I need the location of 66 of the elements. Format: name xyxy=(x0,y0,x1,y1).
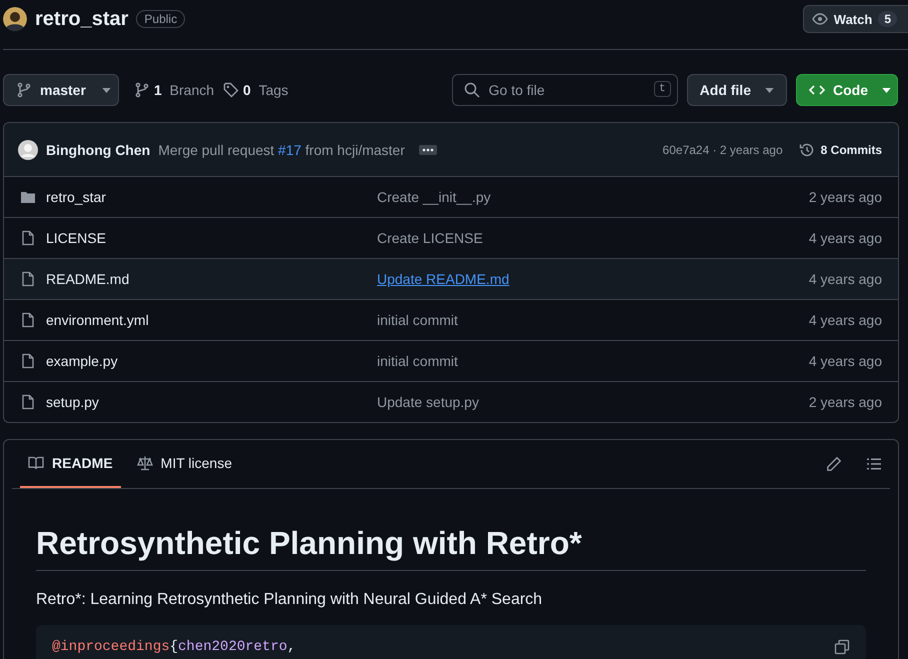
shortcut-key: t xyxy=(654,81,671,97)
file-name[interactable]: README.md xyxy=(46,271,130,287)
scale-icon xyxy=(136,455,153,471)
caret-icon xyxy=(882,88,891,92)
book-icon xyxy=(28,455,44,471)
pull-request-link[interactable]: #17 xyxy=(278,142,302,158)
copy-icon[interactable] xyxy=(834,639,850,655)
code-line: @inproceedings{chen2020retro, xyxy=(52,639,297,655)
code-button[interactable]: Code xyxy=(796,74,898,106)
watch-button[interactable]: Watch 5 xyxy=(802,5,908,33)
tag-icon xyxy=(223,82,240,98)
branch-select[interactable]: master xyxy=(3,74,119,106)
file-icon xyxy=(20,271,36,287)
watch-count: 5 xyxy=(878,11,897,27)
file-icon xyxy=(20,394,36,410)
commits-link[interactable]: 8 Commits xyxy=(798,142,882,158)
add-file-button[interactable]: Add file xyxy=(686,74,787,106)
file-time: 4 years ago xyxy=(808,353,882,369)
readme-tab[interactable]: MIT license xyxy=(128,440,240,488)
file-icon xyxy=(20,312,36,328)
pencil-icon[interactable] xyxy=(826,456,842,472)
file-name[interactable]: retro_star xyxy=(46,189,106,205)
eye-icon xyxy=(812,11,828,27)
file-row[interactable]: example.py initial commit 4 years ago xyxy=(4,340,898,381)
commit-message-link[interactable]: initial commit xyxy=(377,312,809,328)
file-name[interactable]: example.py xyxy=(46,353,118,369)
file-row[interactable]: environment.yml initial commit 4 years ago xyxy=(4,299,898,340)
readme-heading: Retrosynthetic Planning with Retro* xyxy=(36,525,866,571)
commit-message-link[interactable]: Update README.md xyxy=(377,271,809,287)
avatar-icon[interactable] xyxy=(3,7,27,31)
visibility-label: Public xyxy=(136,10,186,28)
file-time: 4 years ago xyxy=(808,271,882,287)
ellipsis-icon[interactable] xyxy=(418,144,437,154)
commit-message-link[interactable]: Create __init__.py xyxy=(377,189,809,205)
file-time: 2 years ago xyxy=(808,394,882,410)
commit-message-link[interactable]: initial commit xyxy=(377,353,809,369)
search-icon xyxy=(464,82,480,98)
commit-message: Merge pull request #17 from hcji/master xyxy=(158,142,405,158)
file-name[interactable]: environment.yml xyxy=(46,312,149,328)
repo-name[interactable]: retro_star xyxy=(35,8,128,30)
file-time: 4 years ago xyxy=(808,230,882,246)
commit-message-link[interactable]: Create LICENSE xyxy=(377,230,809,246)
file-icon xyxy=(20,353,36,369)
file-name[interactable]: setup.py xyxy=(46,394,99,410)
avatar-icon[interactable] xyxy=(18,140,38,160)
commit-hash-time: 60e7a24 · 2 years ago xyxy=(662,142,783,156)
folder-icon xyxy=(20,189,36,205)
file-row[interactable]: setup.py Update setup.py 2 years ago xyxy=(4,381,898,422)
branch-icon xyxy=(134,82,150,98)
file-row[interactable]: retro_star Create __init__.py 2 years ago xyxy=(4,177,898,217)
file-time: 4 years ago xyxy=(808,312,882,328)
file-name[interactable]: LICENSE xyxy=(46,230,106,246)
list-icon[interactable] xyxy=(866,456,882,472)
history-icon xyxy=(798,142,815,158)
branches-link[interactable]: 1 Branch xyxy=(134,82,214,98)
caret-icon xyxy=(765,88,774,92)
readme-tab[interactable]: README xyxy=(20,440,121,488)
commit-message-link[interactable]: Update setup.py xyxy=(377,394,809,410)
branch-icon xyxy=(16,82,32,98)
readme-paragraph: Retro*: Learning Retrosynthetic Planning with Neural Guided A* Search xyxy=(36,591,544,609)
tags-link[interactable]: 0 Tags xyxy=(223,82,288,98)
caret-icon xyxy=(102,88,111,92)
file-time: 2 years ago xyxy=(808,189,882,205)
file-icon xyxy=(20,230,36,246)
commit-author[interactable]: Binghong Chen xyxy=(46,142,150,158)
file-row[interactable]: README.md Update README.md 4 years ago xyxy=(4,258,898,299)
